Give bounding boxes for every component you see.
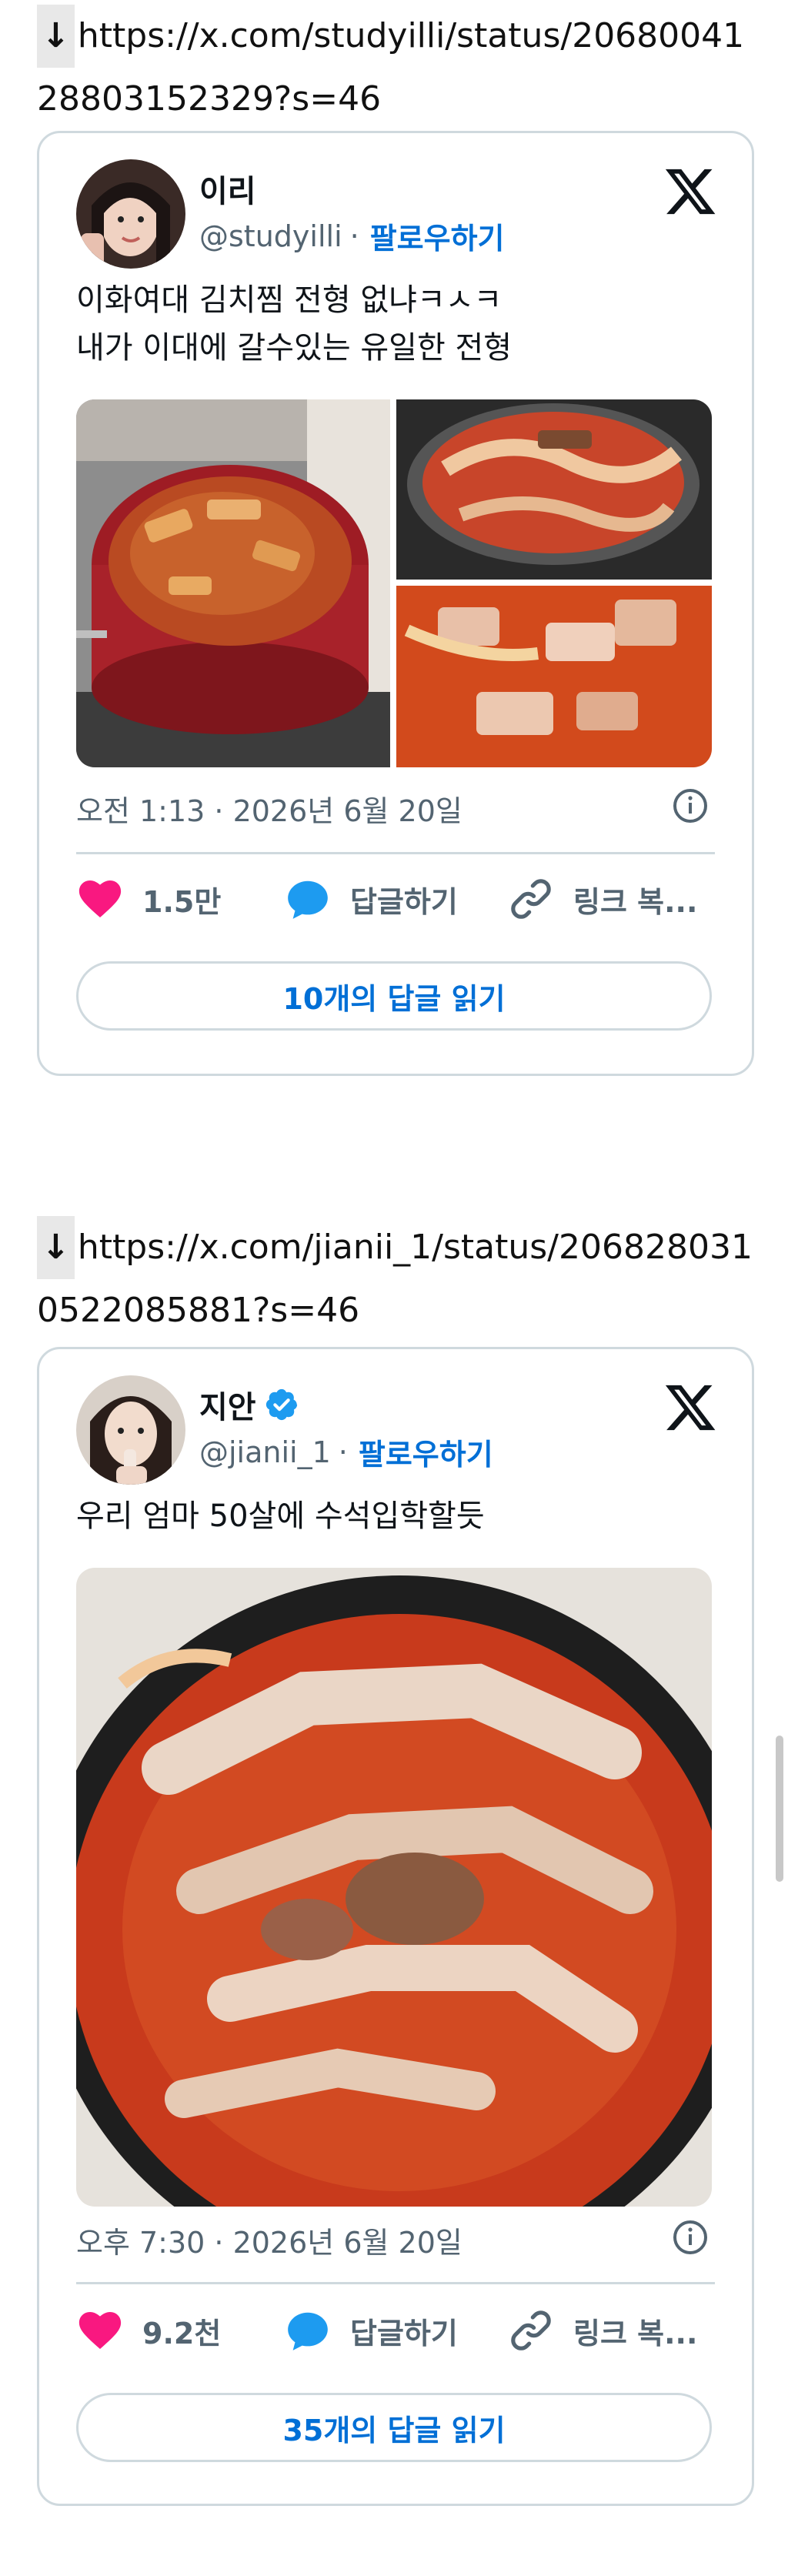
reply-button[interactable]: 답글하기 bbox=[284, 875, 507, 923]
link-icon bbox=[511, 879, 551, 919]
reply-button[interactable]: 답글하기 bbox=[284, 2307, 507, 2354]
tweet-url[interactable]: ↓ https://x.com/jianii_1/status/206828031… bbox=[37, 1216, 760, 1342]
avatar[interactable] bbox=[76, 159, 185, 269]
tweet-url-text[interactable]: https://x.com/jianii_1/status/2068280310… bbox=[37, 1228, 753, 1330]
author-handle[interactable]: @jianii_1 bbox=[199, 1435, 331, 1469]
tweet-text-line: 우리 엄마 50살에 수석입학할듯 bbox=[76, 1498, 485, 1534]
down-arrow-icon: ↓ bbox=[37, 5, 75, 68]
down-arrow-icon: ↓ bbox=[37, 1216, 75, 1279]
follow-button[interactable]: 팔로우하기 bbox=[359, 1431, 493, 1473]
heart-icon bbox=[78, 880, 122, 918]
tweet-actions: 1.5만 답글하기 링크 복... bbox=[76, 872, 715, 926]
tweet-card[interactable]: 지안 @jianii_1 · 팔로우하기 우리 엄마 50살에 수석입학할듯 오… bbox=[37, 1347, 754, 2506]
tweet-actions: 9.2천 답글하기 링크 복... bbox=[76, 2304, 715, 2357]
x-logo-icon[interactable] bbox=[663, 164, 718, 219]
link-icon bbox=[511, 2310, 551, 2350]
reply-bubble-icon bbox=[288, 880, 328, 919]
author-name-row: 지안 bbox=[199, 1383, 299, 1426]
tweet-timestamp[interactable]: 오전 1:13 · 2026년 6월 20일 bbox=[76, 787, 462, 830]
media-image-stew-top[interactable] bbox=[396, 399, 712, 580]
avatar[interactable] bbox=[76, 1375, 185, 1485]
tweet-timestamp[interactable]: 오후 7:30 · 2026년 6월 20일 bbox=[76, 2219, 462, 2261]
copy-link-button[interactable]: 링크 복... bbox=[507, 2307, 697, 2354]
reply-label: 답글하기 bbox=[350, 2316, 458, 2350]
tweet-card[interactable]: 이리 @studyilli · 팔로우하기 이화여대 김치찜 전형 없냐ㅋㅅㅋ … bbox=[37, 131, 754, 1076]
author-handle-row: @jianii_1 · 팔로우하기 bbox=[199, 1431, 493, 1473]
info-icon[interactable] bbox=[672, 2219, 709, 2256]
copy-link-label: 링크 복... bbox=[573, 884, 698, 919]
author-name-row: 이리 bbox=[199, 167, 256, 210]
media-image-pot[interactable] bbox=[76, 399, 390, 767]
media-image-stew[interactable] bbox=[76, 1568, 712, 2207]
author-name[interactable]: 이리 bbox=[199, 166, 256, 211]
reply-bubble-icon bbox=[288, 2312, 328, 2350]
copy-link-label: 링크 복... bbox=[573, 2316, 698, 2350]
author-name[interactable]: 지안 bbox=[199, 1382, 256, 1427]
like-count: 9.2천 bbox=[142, 2316, 222, 2350]
tweet-url[interactable]: ↓ https://x.com/studyilli/status/20680041… bbox=[37, 5, 760, 131]
reply-label: 답글하기 bbox=[350, 884, 458, 919]
read-replies-button[interactable]: 10개의 답글 읽기 bbox=[76, 961, 712, 1031]
tweet-media-image[interactable] bbox=[76, 1568, 712, 2207]
separator-dot: · bbox=[338, 1435, 348, 1469]
follow-button[interactable]: 팔로우하기 bbox=[370, 215, 505, 257]
scrollbar[interactable] bbox=[776, 1736, 783, 1882]
separator-dot: · bbox=[349, 219, 359, 253]
info-icon[interactable] bbox=[672, 787, 709, 824]
media-image-stew-bottom[interactable] bbox=[396, 586, 712, 767]
like-button[interactable]: 1.5만 bbox=[76, 875, 284, 923]
verified-badge-icon bbox=[265, 1388, 297, 1421]
like-button[interactable]: 9.2천 bbox=[76, 2307, 284, 2354]
author-handle-row: @studyilli · 팔로우하기 bbox=[199, 215, 505, 257]
tweet-text-line: 이화여대 김치찜 전형 없냐ㅋㅅㅋ bbox=[76, 282, 503, 318]
divider bbox=[76, 2282, 715, 2284]
divider bbox=[76, 852, 715, 854]
author-handle[interactable]: @studyilli bbox=[199, 219, 342, 253]
x-logo-icon[interactable] bbox=[663, 1380, 718, 1435]
heart-icon bbox=[78, 2311, 122, 2350]
tweet-url-text[interactable]: https://x.com/studyilli/status/206800412… bbox=[37, 16, 744, 119]
tweet-text-line: 내가 이대에 갈수있는 유일한 전형 bbox=[76, 330, 513, 366]
copy-link-button[interactable]: 링크 복... bbox=[507, 875, 697, 923]
like-count: 1.5만 bbox=[142, 884, 222, 919]
tweet-media-grid[interactable] bbox=[76, 399, 712, 767]
tweet-text: 이화여대 김치찜 전형 없냐ㅋㅅㅋ 내가 이대에 갈수있는 유일한 전형 bbox=[76, 276, 721, 372]
tweet-text: 우리 엄마 50살에 수석입학할듯 bbox=[76, 1492, 721, 1540]
read-replies-button[interactable]: 35개의 답글 읽기 bbox=[76, 2393, 712, 2462]
